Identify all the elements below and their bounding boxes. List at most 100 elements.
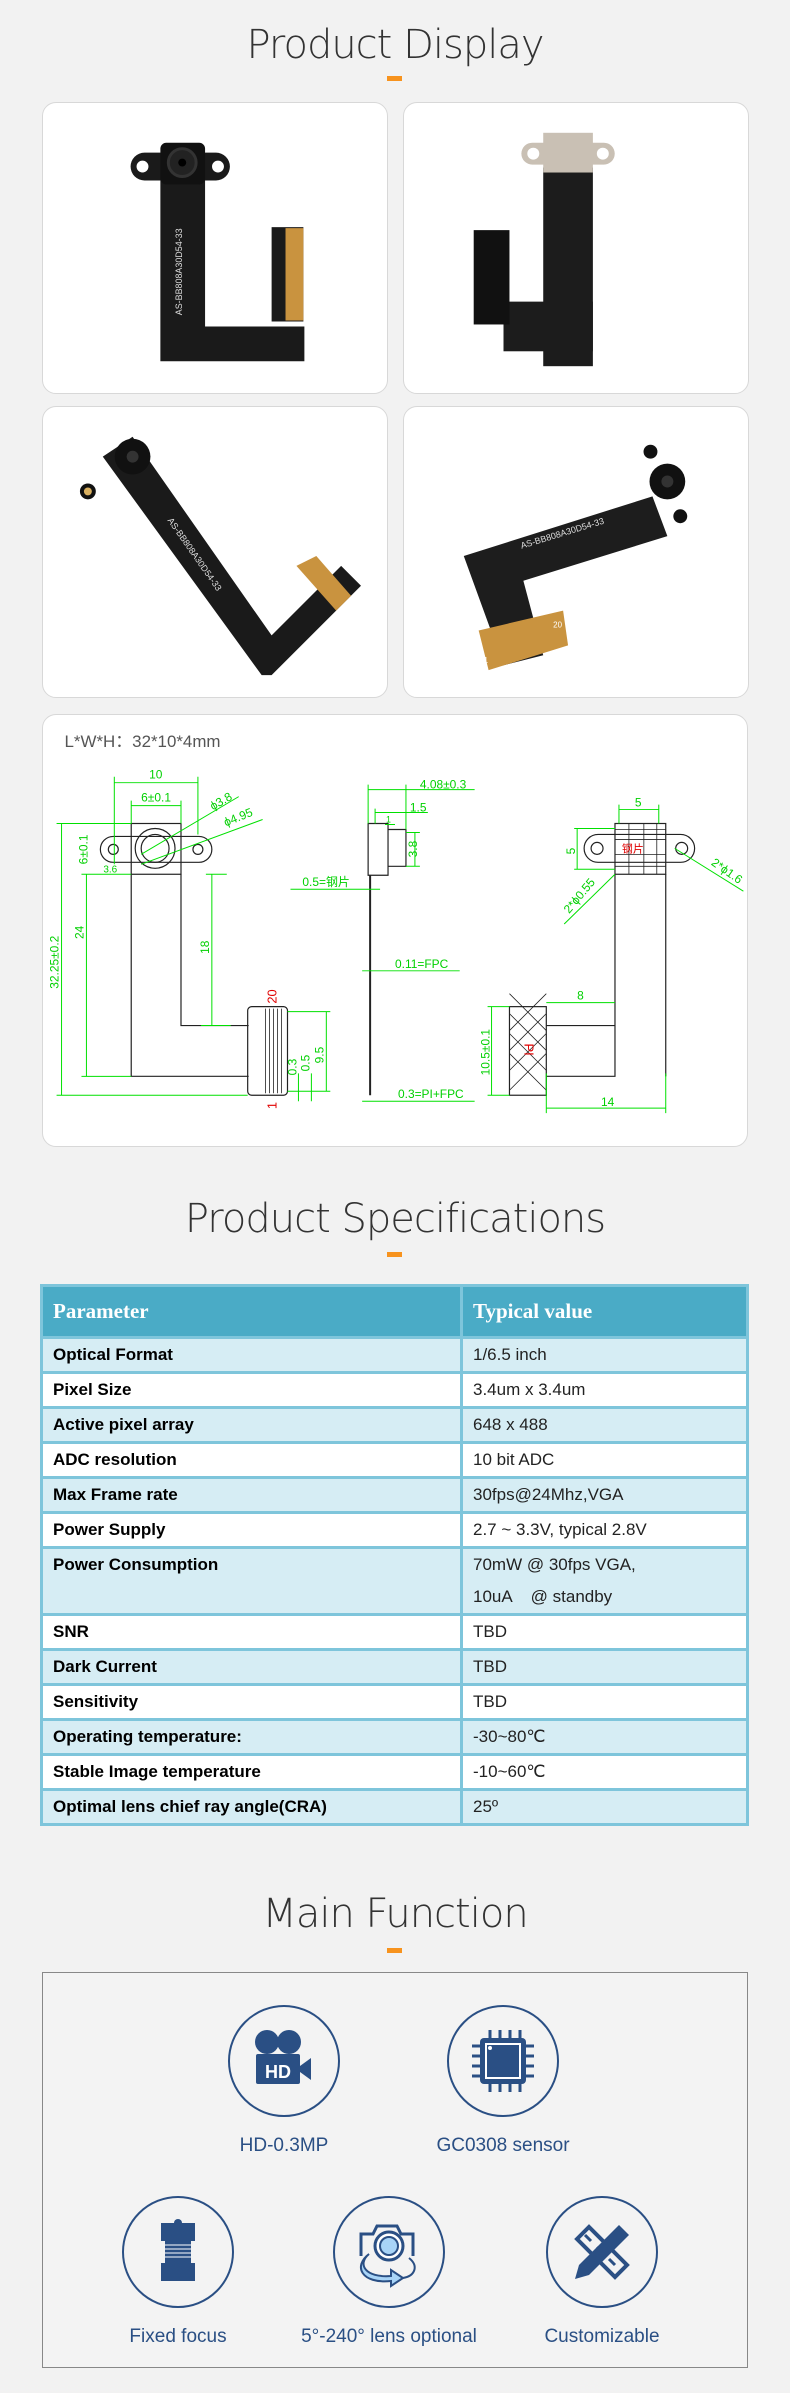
value-cell: 1/6.5 inch xyxy=(460,1336,749,1374)
dim-18: 18 xyxy=(198,940,212,954)
param-cell: ADC resolution xyxy=(40,1441,463,1479)
header-typical-value: Typical value xyxy=(460,1284,749,1339)
dim-h6: 6±0.1 xyxy=(76,834,90,864)
feature-label: GC0308 sensor xyxy=(436,2135,570,2156)
table-row: Operating temperature: -30~80℃ xyxy=(40,1718,749,1756)
feature-label: 5°-240° lens optional xyxy=(301,2326,477,2347)
param-cell: Pixel Size xyxy=(40,1371,463,1409)
value-cell: -30~80℃ xyxy=(460,1718,749,1756)
table-row: Pixel Size 3.4um x 3.4um xyxy=(40,1371,749,1409)
table-row: Power Consumption 70mW @ 30fps VGA, 10uA @… xyxy=(40,1546,749,1616)
dim-105: 10.5±0.1 xyxy=(479,1029,493,1076)
dimension-drawing: L*W*H：32*10*4mm 10 6±0.1 ϕ3.8 ϕ4.95 6±0.… xyxy=(42,714,748,1147)
pi-label: PI xyxy=(521,1043,536,1055)
feature-lens-angle: 5°-240° lens optional xyxy=(279,2196,499,2348)
table-row: Active pixel array 648 x 488 xyxy=(40,1406,749,1444)
param-cell: Sensitivity xyxy=(40,1683,463,1721)
dim-8: 8 xyxy=(577,989,584,1003)
dim-d38: ϕ3.8 xyxy=(207,789,234,813)
dim-38: 3.8 xyxy=(406,840,420,857)
table-row: Dark Current TBD xyxy=(40,1648,749,1686)
title-accent-bar xyxy=(387,1252,402,1257)
dim-24: 24 xyxy=(72,925,86,939)
value-cell: 10 bit ADC xyxy=(460,1441,749,1479)
table-row: ADC resolution 10 bit ADC xyxy=(40,1441,749,1479)
product-photo-angled-left: AS-BB808A30D54-33 xyxy=(42,406,388,698)
dim-14: 14 xyxy=(601,1095,615,1109)
param-cell: Dark Current xyxy=(40,1648,463,1686)
dim-36: 3.6 xyxy=(103,864,117,875)
param-cell: SNR xyxy=(40,1613,463,1651)
dim-15: 1.5 xyxy=(410,801,427,815)
section-title-product-display: Product Display xyxy=(246,22,544,68)
value-cell: 3.4um x 3.4um xyxy=(460,1371,749,1409)
value-cell: 25º xyxy=(460,1788,749,1826)
feature-sensor: GC0308 sensor xyxy=(393,2005,613,2157)
table-row: Stable Image temperature -10~60℃ xyxy=(40,1753,749,1791)
value-cell: 648 x 488 xyxy=(460,1406,749,1444)
value-line: 10uA @ standby xyxy=(473,1587,613,1606)
feature-hd: HD HD-0.3MP xyxy=(174,2005,394,2157)
product-photo-angled-right: AS-BB808A30D54-33 1 20 xyxy=(403,406,749,698)
dim-03: 0.3 xyxy=(285,1058,299,1075)
feature-label: Fixed focus xyxy=(129,2326,227,2347)
value-cell: -10~60℃ xyxy=(460,1753,749,1791)
param-cell: Stable Image temperature xyxy=(40,1753,463,1791)
title-accent-bar xyxy=(387,1948,402,1953)
feature-label: Customizable xyxy=(544,2326,660,2347)
label-steel-thickness: 0.5=钢片 xyxy=(302,875,349,889)
dim-6: 6±0.1 xyxy=(141,791,171,805)
dim-h5: 5 xyxy=(564,847,578,854)
value-cell: TBD xyxy=(460,1613,749,1651)
param-cell: Power Consumption xyxy=(40,1546,463,1616)
table-row: Optical Format 1/6.5 inch xyxy=(40,1336,749,1374)
steel-label: 钢片 xyxy=(622,842,644,855)
fpc-print: AS-BB808A30D54-33 xyxy=(174,228,184,315)
dim-408: 4.08±0.3 xyxy=(420,778,467,792)
dimensions-label: L*W*H：32*10*4mm xyxy=(65,732,221,751)
dim-w5: 5 xyxy=(635,796,642,810)
feature-customizable: Customizable xyxy=(492,2196,712,2348)
pin-1-marker: 1 xyxy=(265,1102,280,1109)
dim-95: 9.5 xyxy=(312,1046,326,1063)
table-row: Power Supply 2.7 ~ 3.3V, typical 2.8V xyxy=(40,1511,749,1549)
section-title-specifications: Product Specifications xyxy=(184,1196,606,1242)
header-parameter: Parameter xyxy=(40,1284,463,1339)
pencil-ruler-icon xyxy=(574,2224,630,2280)
table-header-row: Parameter Typical value xyxy=(40,1284,749,1339)
chip-icon xyxy=(472,2030,534,2092)
dim-1: 1 xyxy=(386,815,391,825)
dim-d495: ϕ4.95 xyxy=(222,805,255,829)
label-pi-fpc-thickness: 0.3=PI+FPC xyxy=(398,1087,464,1101)
feature-fixed-focus: Fixed focus xyxy=(68,2196,288,2348)
param-cell: Optical Format xyxy=(40,1336,463,1374)
section-title-main-function: Main Function xyxy=(262,1891,528,1937)
value-line: 70mW @ 30fps VGA, xyxy=(473,1555,636,1574)
feature-label: HD-0.3MP xyxy=(239,2135,329,2156)
specifications-table: Parameter Typical value Optical Format 1/… xyxy=(40,1284,749,1826)
param-cell: Active pixel array xyxy=(40,1406,463,1444)
value-cell: 2.7 ~ 3.3V, typical 2.8V xyxy=(460,1511,749,1549)
value-cell: TBD xyxy=(460,1683,749,1721)
param-cell: Optimal lens chief ray angle(CRA) xyxy=(40,1788,463,1826)
product-photo-front: AS-BB808A30D54-33 xyxy=(42,102,388,394)
pin-20-label: 20 xyxy=(553,620,562,629)
dim-3225: 32.25±0.2 xyxy=(48,935,62,988)
dim-holes16: 2*ϕ1.6 xyxy=(709,855,746,887)
dim-10: 10 xyxy=(149,768,163,782)
value-cell: 30fps@24Mhz,VGA xyxy=(460,1476,749,1514)
param-cell: Max Frame rate xyxy=(40,1476,463,1514)
rotate-camera-icon xyxy=(359,2224,416,2288)
value-cell: TBD xyxy=(460,1648,749,1686)
value-cell: 70mW @ 30fps VGA, 10uA @ standby xyxy=(460,1546,749,1616)
table-row: SNR TBD xyxy=(40,1613,749,1651)
pin-1-label: 1 xyxy=(484,656,489,665)
param-cell: Power Supply xyxy=(40,1511,463,1549)
svg-text:HD: HD xyxy=(265,2062,291,2082)
param-cell: Operating temperature: xyxy=(40,1718,463,1756)
table-row: Sensitivity TBD xyxy=(40,1683,749,1721)
lens-barrel-icon xyxy=(161,2219,195,2281)
product-photo-back xyxy=(403,102,749,394)
pin-20-marker: 20 xyxy=(265,989,280,1003)
table-row: Max Frame rate 30fps@24Mhz,VGA xyxy=(40,1476,749,1514)
